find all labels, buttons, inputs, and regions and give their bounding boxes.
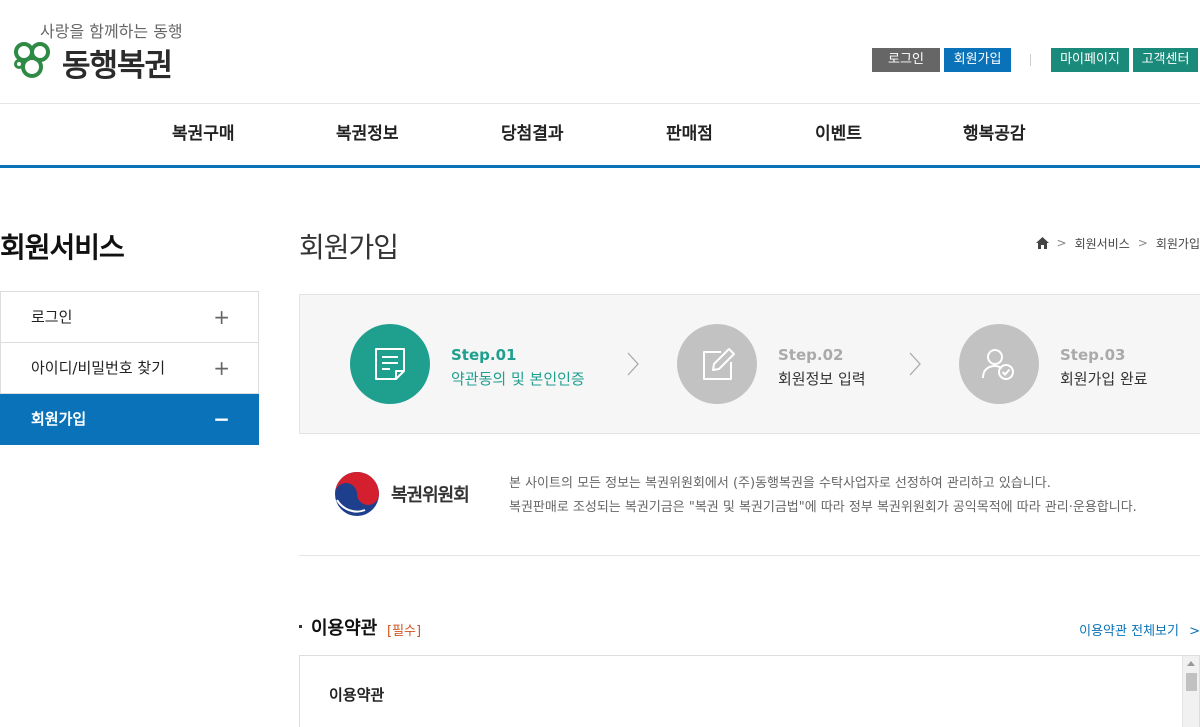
terms-box-title: 이용약관	[329, 686, 385, 704]
chevron-right-icon	[909, 352, 921, 376]
breadcrumb: > 회원서비스 > 회원가입	[1035, 234, 1200, 252]
header: 사랑을 함께하는 동행 동행복권 로그인 회원가입 마이페이지 고객센터	[0, 0, 1200, 104]
mypage-button[interactable]: 마이페이지	[1051, 48, 1129, 72]
taegeuk-emblem-icon	[335, 472, 379, 516]
view-all-terms-label: 이용약관 전체보기	[1079, 624, 1179, 639]
breadcrumb-item[interactable]: 회원가입	[1156, 235, 1200, 252]
support-button[interactable]: 고객센터	[1133, 48, 1198, 72]
scroll-up-icon[interactable]	[1187, 661, 1195, 666]
breadcrumb-item[interactable]: 회원서비스	[1075, 235, 1130, 252]
nav-stores[interactable]: 판매점	[666, 104, 713, 165]
page-title: 회원가입	[299, 231, 399, 264]
page: 사랑을 함께하는 동행 동행복권 로그인 회원가입 마이페이지 고객센터 복권구…	[0, 0, 1200, 727]
terms-title: 이용약관	[311, 618, 378, 639]
minus-icon: −	[213, 407, 230, 431]
utility-divider	[1030, 54, 1031, 66]
step-3-circle	[959, 324, 1039, 404]
nav-results[interactable]: 당첨결과	[501, 104, 564, 165]
sidebar-item-label: 로그인	[31, 308, 73, 326]
chevron-right-icon	[627, 352, 639, 376]
notice-text: 본 사이트의 모든 정보는 복권위원회에서 (주)동행복권을 수탁사업자로 선정…	[509, 472, 1137, 520]
sidebar-item-label: 회원가입	[31, 410, 87, 428]
nav-happiness[interactable]: 행복공감	[963, 104, 1026, 165]
step-3-label: 회원가입 완료	[1060, 370, 1148, 388]
notice-line-1: 본 사이트의 모든 정보는 복권위원회에서 (주)동행복권을 수탁사업자로 선정…	[509, 476, 1051, 491]
signup-button[interactable]: 회원가입	[944, 48, 1011, 72]
signup-steps: Step.01 약관동의 및 본인인증 Step.02 회원정보 입력 Step…	[299, 294, 1200, 434]
edit-icon	[703, 348, 735, 380]
terms-scrollbar[interactable]	[1182, 656, 1199, 727]
nav-lottery-info[interactable]: 복권정보	[336, 104, 399, 165]
terms-header: 이용약관 [필수] 이용약관 전체보기 >	[299, 614, 1200, 642]
step-1-number: Step.01	[451, 346, 517, 364]
step-2-number: Step.02	[778, 346, 844, 364]
sidebar-item-find-account[interactable]: 아이디/비밀번호 찾기 +	[0, 343, 259, 394]
step-1-circle	[350, 324, 430, 404]
login-button[interactable]: 로그인	[872, 48, 940, 72]
sidebar-title: 회원서비스	[0, 231, 125, 264]
chevron-right-icon: >	[1056, 236, 1067, 250]
plus-icon: +	[213, 305, 230, 329]
notice-line-2: 복권판매로 조성되는 복권기금은 "복권 및 복권기금법"에 따라 정부 복권위…	[509, 500, 1137, 515]
user-check-icon	[982, 349, 1014, 380]
plus-icon: +	[213, 356, 230, 380]
sidebar-item-signup[interactable]: 회원가입 −	[0, 394, 259, 445]
view-all-terms-link[interactable]: 이용약관 전체보기 >	[1079, 620, 1200, 639]
home-icon[interactable]	[1035, 237, 1049, 249]
nav-lottery-purchase[interactable]: 복권구매	[172, 104, 235, 165]
sidebar-item-login[interactable]: 로그인 +	[0, 292, 259, 343]
utility-menu: 로그인 회원가입 마이페이지 고객센터	[0, 48, 1200, 72]
terms-content-box[interactable]: 이용약관	[299, 655, 1200, 727]
logo-tagline: 사랑을 함께하는 동행	[40, 22, 183, 41]
step-1-label: 약관동의 및 본인인증	[451, 370, 585, 388]
bullet-icon	[299, 625, 302, 628]
chevron-right-icon: >	[1189, 624, 1200, 639]
chevron-right-icon: >	[1137, 236, 1148, 250]
step-3-number: Step.03	[1060, 346, 1126, 364]
commission-name: 복권위원회	[391, 485, 470, 506]
step-2-circle	[677, 324, 757, 404]
required-badge: [필수]	[387, 624, 422, 639]
scroll-thumb[interactable]	[1186, 673, 1197, 691]
sidebar-item-label: 아이디/비밀번호 찾기	[31, 359, 166, 377]
document-icon	[375, 348, 405, 380]
sidebar-menu: 로그인 + 아이디/비밀번호 찾기 + 회원가입 −	[0, 291, 259, 445]
lottery-commission-notice: 복권위원회 본 사이트의 모든 정보는 복권위원회에서 (주)동행복권을 수탁사…	[299, 434, 1200, 556]
main-navigation: 복권구매 복권정보 당첨결과 판매점 이벤트 행복공감	[0, 104, 1200, 168]
nav-events[interactable]: 이벤트	[815, 104, 862, 165]
step-2-label: 회원정보 입력	[778, 370, 866, 388]
